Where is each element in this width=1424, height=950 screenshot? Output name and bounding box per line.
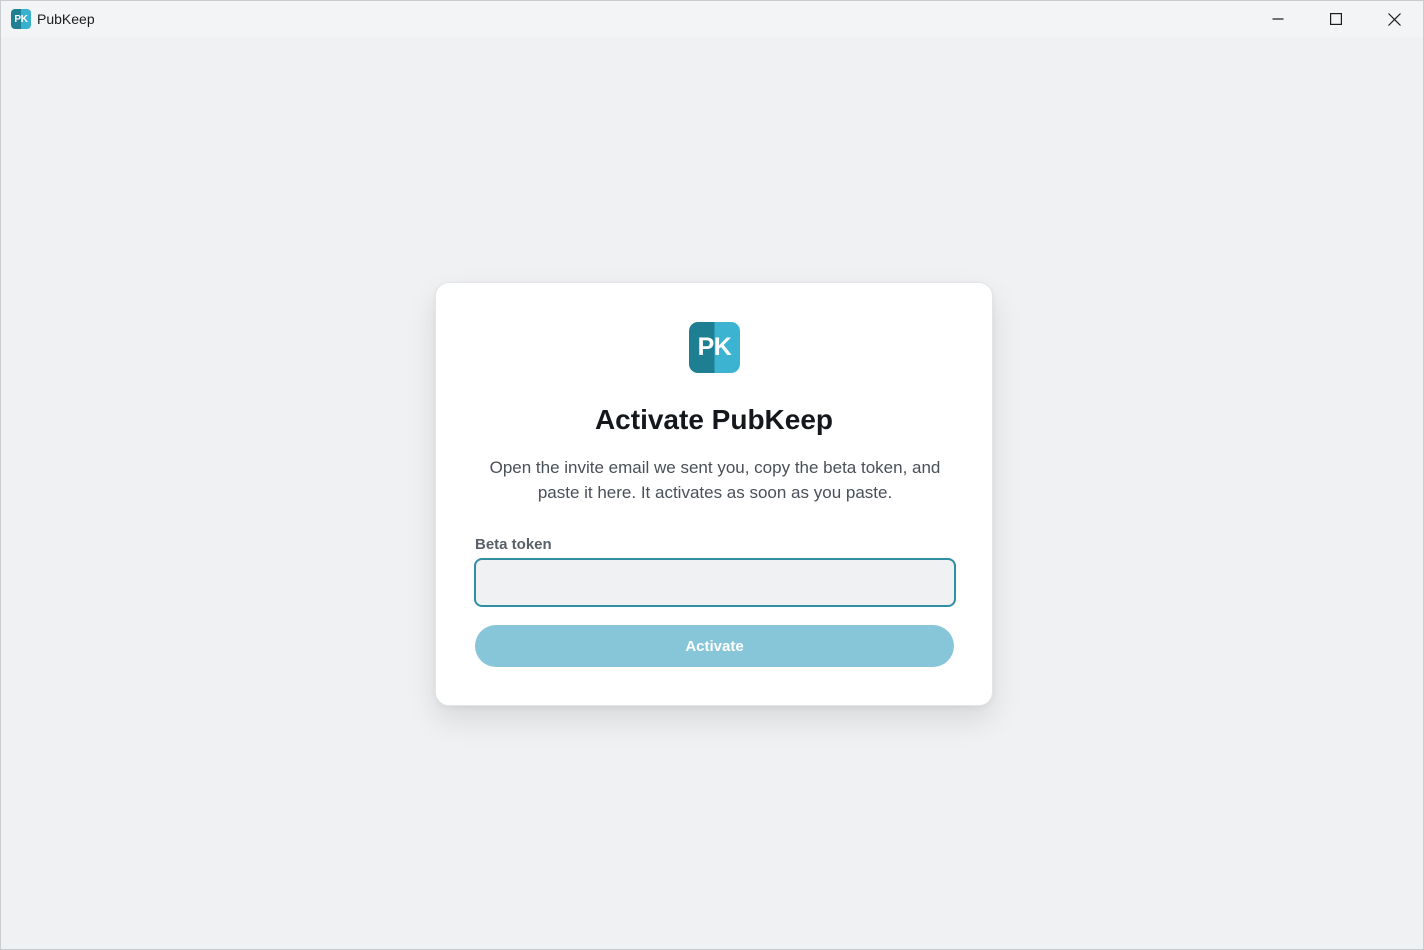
token-label: Beta token bbox=[475, 536, 552, 553]
pubkeep-logo: PK bbox=[689, 322, 740, 373]
minimize-icon bbox=[1272, 18, 1284, 20]
close-button[interactable] bbox=[1365, 1, 1423, 37]
maximize-icon bbox=[1330, 13, 1342, 25]
maximize-button[interactable] bbox=[1307, 1, 1365, 37]
activation-card: PK Activate PubKeep Open the invite emai… bbox=[435, 282, 993, 706]
page-title: Activate PubKeep bbox=[594, 404, 834, 435]
instructions-text: Open the invite email we sent you, copy … bbox=[489, 458, 941, 502]
window-title: PubKeep bbox=[37, 11, 95, 27]
app-window: PK PubKeep PK Activate PubKeep Open the … bbox=[0, 0, 1424, 950]
beta-token-input[interactable] bbox=[474, 558, 956, 607]
app-logo-icon: PK bbox=[11, 9, 31, 29]
close-icon bbox=[1387, 12, 1401, 26]
activate-button[interactable]: Activate bbox=[475, 625, 954, 667]
window-controls bbox=[1249, 1, 1423, 37]
title-bar[interactable]: PK PubKeep bbox=[1, 1, 1423, 37]
minimize-button[interactable] bbox=[1249, 1, 1307, 37]
